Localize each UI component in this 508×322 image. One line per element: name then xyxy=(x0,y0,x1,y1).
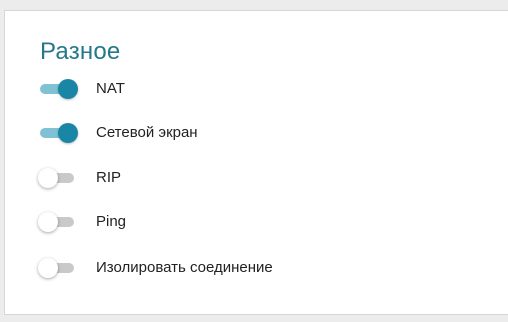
isolate-connection-toggle-label: Изолировать соединение xyxy=(96,259,273,276)
switch-knob xyxy=(58,79,78,99)
switch-knob xyxy=(38,258,58,278)
toggle-row-rip[interactable]: RIP xyxy=(38,166,121,190)
isolate-connection-toggle-switch[interactable] xyxy=(38,256,78,280)
ping-toggle-label: Ping xyxy=(96,213,127,230)
switch-knob xyxy=(58,123,78,143)
nat-toggle-label: NAT xyxy=(96,80,125,97)
toggle-row-nat[interactable]: NAT xyxy=(38,77,125,101)
firewall-toggle-switch[interactable] xyxy=(38,121,78,145)
nat-toggle-switch[interactable] xyxy=(38,77,78,101)
rip-toggle-switch[interactable] xyxy=(38,166,78,190)
toggle-row-isolate-connection[interactable]: Изолировать соединение xyxy=(38,256,273,280)
misc-settings-panel: Разное NAT Сетевой экран RIP Ping Изолир… xyxy=(4,10,508,315)
switch-knob xyxy=(38,168,58,188)
ping-toggle-switch[interactable] xyxy=(38,210,78,234)
toggle-row-firewall[interactable]: Сетевой экран xyxy=(38,121,198,145)
rip-toggle-label: RIP xyxy=(96,169,122,186)
toggle-row-ping[interactable]: Ping xyxy=(38,210,126,234)
section-title: Разное xyxy=(40,38,121,65)
firewall-toggle-label: Сетевой экран xyxy=(96,124,198,141)
switch-knob xyxy=(38,212,58,232)
page: Разное NAT Сетевой экран RIP Ping Изолир… xyxy=(0,0,508,322)
